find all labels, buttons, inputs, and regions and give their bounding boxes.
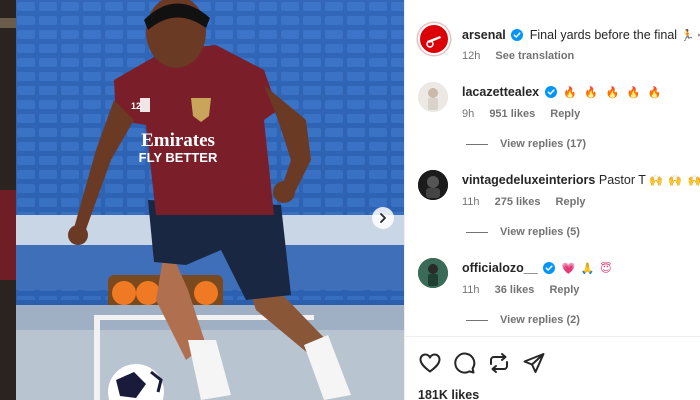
comment-likes[interactable]: 275 likes — [495, 196, 541, 208]
view-replies-button[interactable]: View replies (5) — [466, 226, 580, 238]
comment-likes[interactable]: 36 likes — [495, 284, 535, 296]
reply-button[interactable]: Reply — [556, 196, 586, 208]
post-media: Emirates FLY BETTER 12 — [0, 0, 404, 400]
post-caption: arsenal Final yards before the final 🏃 ✈ — [462, 27, 700, 44]
comment-emojis: 🙌 🙌 🙌 — [649, 174, 700, 187]
comment-time: 9h — [462, 108, 475, 120]
reply-button[interactable]: Reply — [549, 284, 579, 296]
comment-avatar[interactable] — [418, 170, 448, 200]
arsenal-avatar[interactable] — [418, 23, 450, 55]
share-icon[interactable] — [487, 351, 511, 375]
view-replies-label: View replies (2) — [500, 314, 580, 326]
cannon-icon — [426, 36, 441, 48]
view-replies-button[interactable]: View replies (17) — [466, 138, 586, 150]
view-replies-button[interactable]: View replies (2) — [466, 314, 580, 326]
post-author[interactable]: arsenal — [462, 28, 506, 42]
post-photo: Emirates FLY BETTER 12 — [16, 0, 404, 400]
comment-username[interactable]: vintagedeluxeinteriors — [462, 173, 595, 187]
previous-media-strip — [0, 0, 16, 400]
shirt-number: 12 — [131, 101, 141, 111]
shirt-sponsor-line1: Emirates — [141, 130, 215, 151]
verified-icon — [544, 86, 557, 98]
heart-icon[interactable] — [418, 351, 442, 375]
see-translation-link[interactable]: See translation — [495, 50, 574, 62]
verified-icon — [511, 29, 524, 41]
next-media-button[interactable] — [372, 207, 394, 229]
shirt-sponsor-line2: FLY BETTER — [139, 150, 218, 165]
comment-meta: 11h 36 likes Reply — [462, 284, 591, 296]
comment-time: 11h — [462, 196, 480, 208]
comment-text: Pastor T — [598, 173, 646, 187]
comment-time: 11h — [462, 284, 480, 296]
comment-emojis: 🔥 🔥 🔥 🔥 🔥 — [563, 86, 664, 99]
chevron-right-icon — [380, 213, 386, 223]
person-photo-icon — [418, 170, 448, 200]
comment-avatar[interactable] — [418, 258, 448, 288]
comment-emojis: 💗 🙏 😇 — [561, 262, 613, 275]
person-photo-icon — [418, 82, 448, 112]
comment-row: lacazettealex 🔥 🔥 🔥 🔥 🔥 — [462, 84, 664, 101]
view-replies-label: View replies (17) — [500, 138, 587, 150]
comment-row: vintagedeluxeinteriors Pastor T 🙌 🙌 🙌 — [462, 172, 700, 189]
caption-time: 12h — [462, 50, 481, 62]
comment-username[interactable]: lacazettealex — [462, 85, 539, 99]
comment-username[interactable]: officialozo__ — [462, 261, 538, 275]
comment-meta: 11h 275 likes Reply — [462, 196, 598, 208]
send-icon[interactable] — [522, 351, 546, 375]
comment-row: officialozo__ 💗 🙏 😇 — [462, 260, 613, 277]
caption-meta: 12h See translation — [462, 50, 586, 62]
comment-likes[interactable]: 951 likes — [489, 108, 535, 120]
comment-meta: 9h 951 likes Reply — [462, 108, 592, 120]
likes-count[interactable]: 181K likes — [418, 388, 479, 400]
verified-icon — [543, 262, 556, 274]
view-replies-label: View replies (5) — [500, 226, 580, 238]
caption-text: Final yards before the final — [529, 28, 678, 42]
caption-emojis: 🏃 ✈ — [680, 29, 700, 42]
comment-avatar[interactable] — [418, 82, 448, 112]
comment-icon[interactable] — [452, 351, 476, 375]
reply-button[interactable]: Reply — [550, 108, 580, 120]
person-photo-icon — [418, 258, 448, 288]
